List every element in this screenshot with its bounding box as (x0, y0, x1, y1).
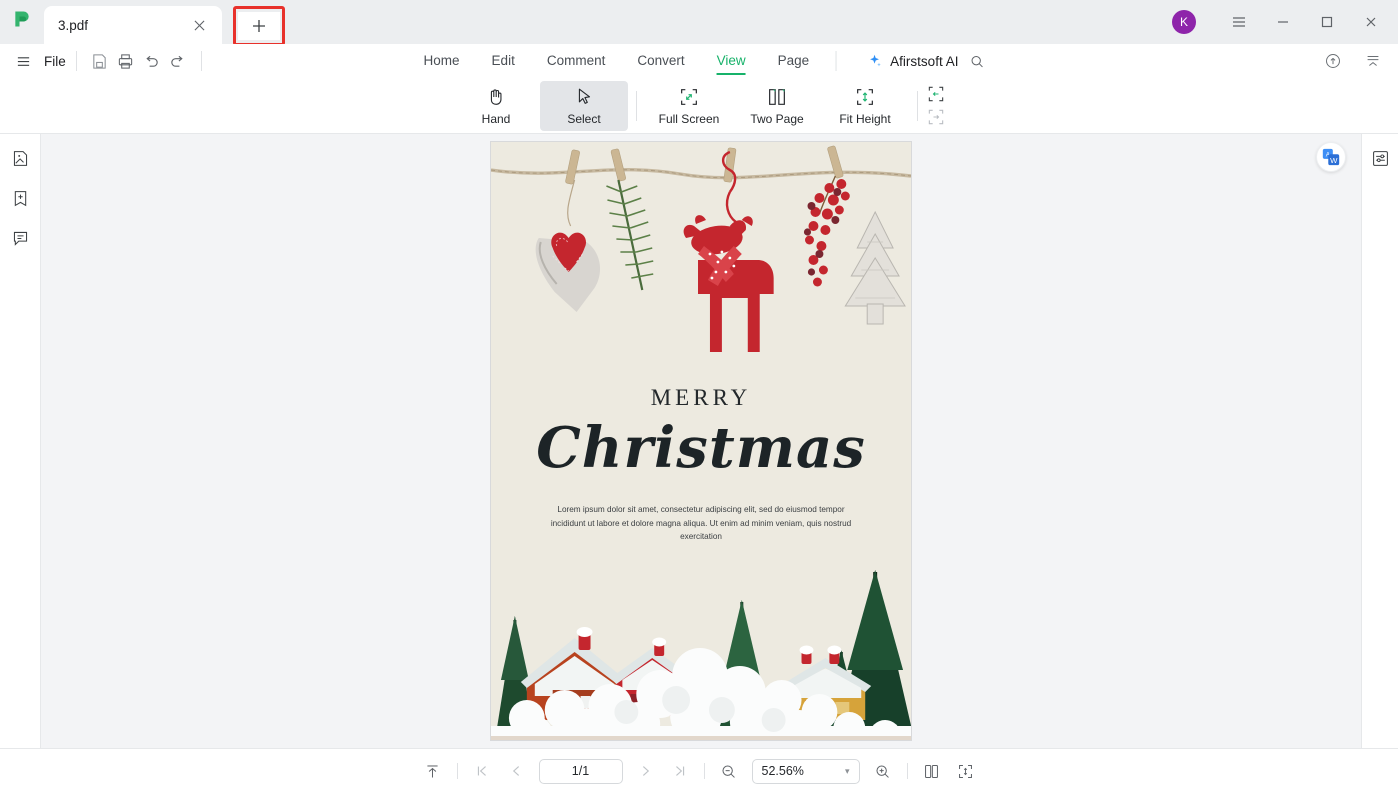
hamburger-icon[interactable] (10, 48, 36, 74)
undo-icon[interactable] (139, 48, 165, 74)
menu-tab-home[interactable]: Home (408, 47, 476, 75)
two-page-view-icon[interactable] (918, 757, 946, 785)
ribbon-two-page-label: Two Page (750, 112, 804, 126)
tab-title: 3.pdf (58, 17, 89, 33)
divider (456, 763, 458, 779)
tab-bar: 3.pdf K (0, 0, 1398, 46)
redo-icon[interactable] (165, 48, 191, 74)
first-page-icon[interactable] (468, 757, 496, 785)
previous-page-icon[interactable] (502, 757, 530, 785)
collapse-ribbon-icon[interactable] (1360, 48, 1386, 74)
page-number-input[interactable]: 1/1 (538, 758, 623, 784)
search-icon[interactable] (964, 48, 990, 74)
pdf-page[interactable]: MERRY Christmas Lorem ipsum dolor sit am… (490, 141, 912, 741)
menu-tab-comment[interactable]: Comment (531, 47, 622, 75)
file-menu-label[interactable]: File (44, 54, 66, 69)
workspace: MERRY Christmas Lorem ipsum dolor sit am… (0, 134, 1398, 748)
comment-list-icon[interactable] (6, 224, 34, 252)
minimize-icon[interactable] (1262, 2, 1304, 42)
document-text-block: MERRY Christmas Lorem ipsum dolor sit am… (491, 385, 911, 544)
properties-panel-icon[interactable] (1366, 144, 1394, 172)
new-tab-button[interactable] (238, 12, 280, 40)
menu-tab-view[interactable]: View (701, 47, 762, 75)
avatar[interactable]: K (1172, 10, 1196, 34)
heading-merry: MERRY (650, 385, 752, 410)
zoom-in-icon[interactable] (869, 757, 897, 785)
divider (703, 763, 705, 779)
right-sidebar (1361, 134, 1398, 748)
ribbon-hand-tool[interactable]: Hand (452, 81, 540, 131)
zoom-level-value: 52.56% (761, 764, 804, 778)
divider (917, 90, 918, 121)
heading-christmas: Christmas (536, 415, 866, 481)
close-icon[interactable] (190, 16, 208, 34)
print-icon[interactable] (113, 48, 139, 74)
fit-height-icon (854, 85, 876, 109)
left-sidebar (0, 134, 41, 748)
fit-page-icon[interactable] (926, 107, 946, 127)
svg-text:W: W (1330, 156, 1338, 165)
fit-width-icon[interactable] (926, 84, 946, 104)
zoom-level-dropdown[interactable]: 52.56% ▾ (751, 758, 860, 784)
app-logo (0, 0, 44, 44)
app-menu-icon[interactable] (1218, 2, 1260, 42)
divider (906, 763, 908, 779)
ribbon-hand-label: Hand (481, 112, 511, 126)
hand-icon (485, 85, 507, 109)
translate-to-word-icon[interactable]: A W (1316, 142, 1346, 172)
divider (75, 51, 77, 71)
divider (636, 90, 637, 121)
document-canvas[interactable]: MERRY Christmas Lorem ipsum dolor sit am… (41, 134, 1361, 748)
ribbon-fit-height-label: Fit Height (839, 112, 891, 126)
next-page-icon[interactable] (632, 757, 660, 785)
menu-tabs: Home Edit Comment Convert View Page Afir… (408, 47, 991, 75)
divider (835, 51, 837, 71)
fullscreen-icon (678, 85, 700, 109)
divider (200, 51, 202, 71)
new-tab-wrapper (233, 6, 285, 46)
ribbon-full-screen-label: Full Screen (658, 112, 720, 126)
snow-village-artwork (491, 560, 911, 740)
save-icon[interactable] (87, 48, 113, 74)
chevron-down-icon: ▾ (844, 765, 850, 776)
ribbon-select-label: Select (567, 112, 601, 126)
menu-bar-right (1320, 48, 1398, 74)
cursor-icon (573, 85, 595, 109)
body-paragraph: Lorem ipsum dolor sit amet, consectetur … (550, 505, 852, 542)
window-controls: K (1172, 0, 1398, 44)
christmas-ornaments-artwork (491, 142, 911, 382)
file-menu-group: File (0, 48, 66, 74)
afirstsoft-ai-button[interactable]: Afirstsoft AI (866, 53, 958, 69)
ribbon-fit-stack (926, 84, 946, 127)
maximize-icon[interactable] (1306, 2, 1348, 42)
fit-page-view-icon[interactable] (952, 757, 980, 785)
ribbon-fit-height[interactable]: Fit Height (821, 81, 909, 131)
thumbnail-icon[interactable] (6, 144, 34, 172)
sparkle-icon (869, 54, 881, 67)
menu-tab-convert[interactable]: Convert (621, 47, 700, 75)
zoom-out-icon[interactable] (715, 757, 743, 785)
menu-bar: File Home Edit Comment Convert View Page… (0, 44, 1398, 78)
window-close-icon[interactable] (1350, 2, 1392, 42)
two-page-icon (766, 85, 788, 109)
ribbon-two-page[interactable]: Two Page (733, 81, 821, 131)
ribbon-select-tool[interactable]: Select (540, 80, 628, 131)
last-page-icon[interactable] (666, 757, 694, 785)
menu-tab-page[interactable]: Page (762, 47, 826, 75)
scroll-to-top-icon[interactable] (419, 757, 447, 785)
document-tab[interactable]: 3.pdf (44, 6, 222, 44)
view-ribbon: Hand Select Full Screen Two Page Fit Hei… (0, 78, 1398, 134)
bookmark-add-icon[interactable] (6, 184, 34, 212)
ribbon-full-screen[interactable]: Full Screen (645, 81, 733, 131)
ai-label: Afirstsoft AI (890, 53, 959, 69)
cloud-upload-icon[interactable] (1320, 48, 1346, 74)
status-bar: 1/1 52.56% ▾ (0, 748, 1398, 793)
menu-tab-edit[interactable]: Edit (476, 47, 531, 75)
